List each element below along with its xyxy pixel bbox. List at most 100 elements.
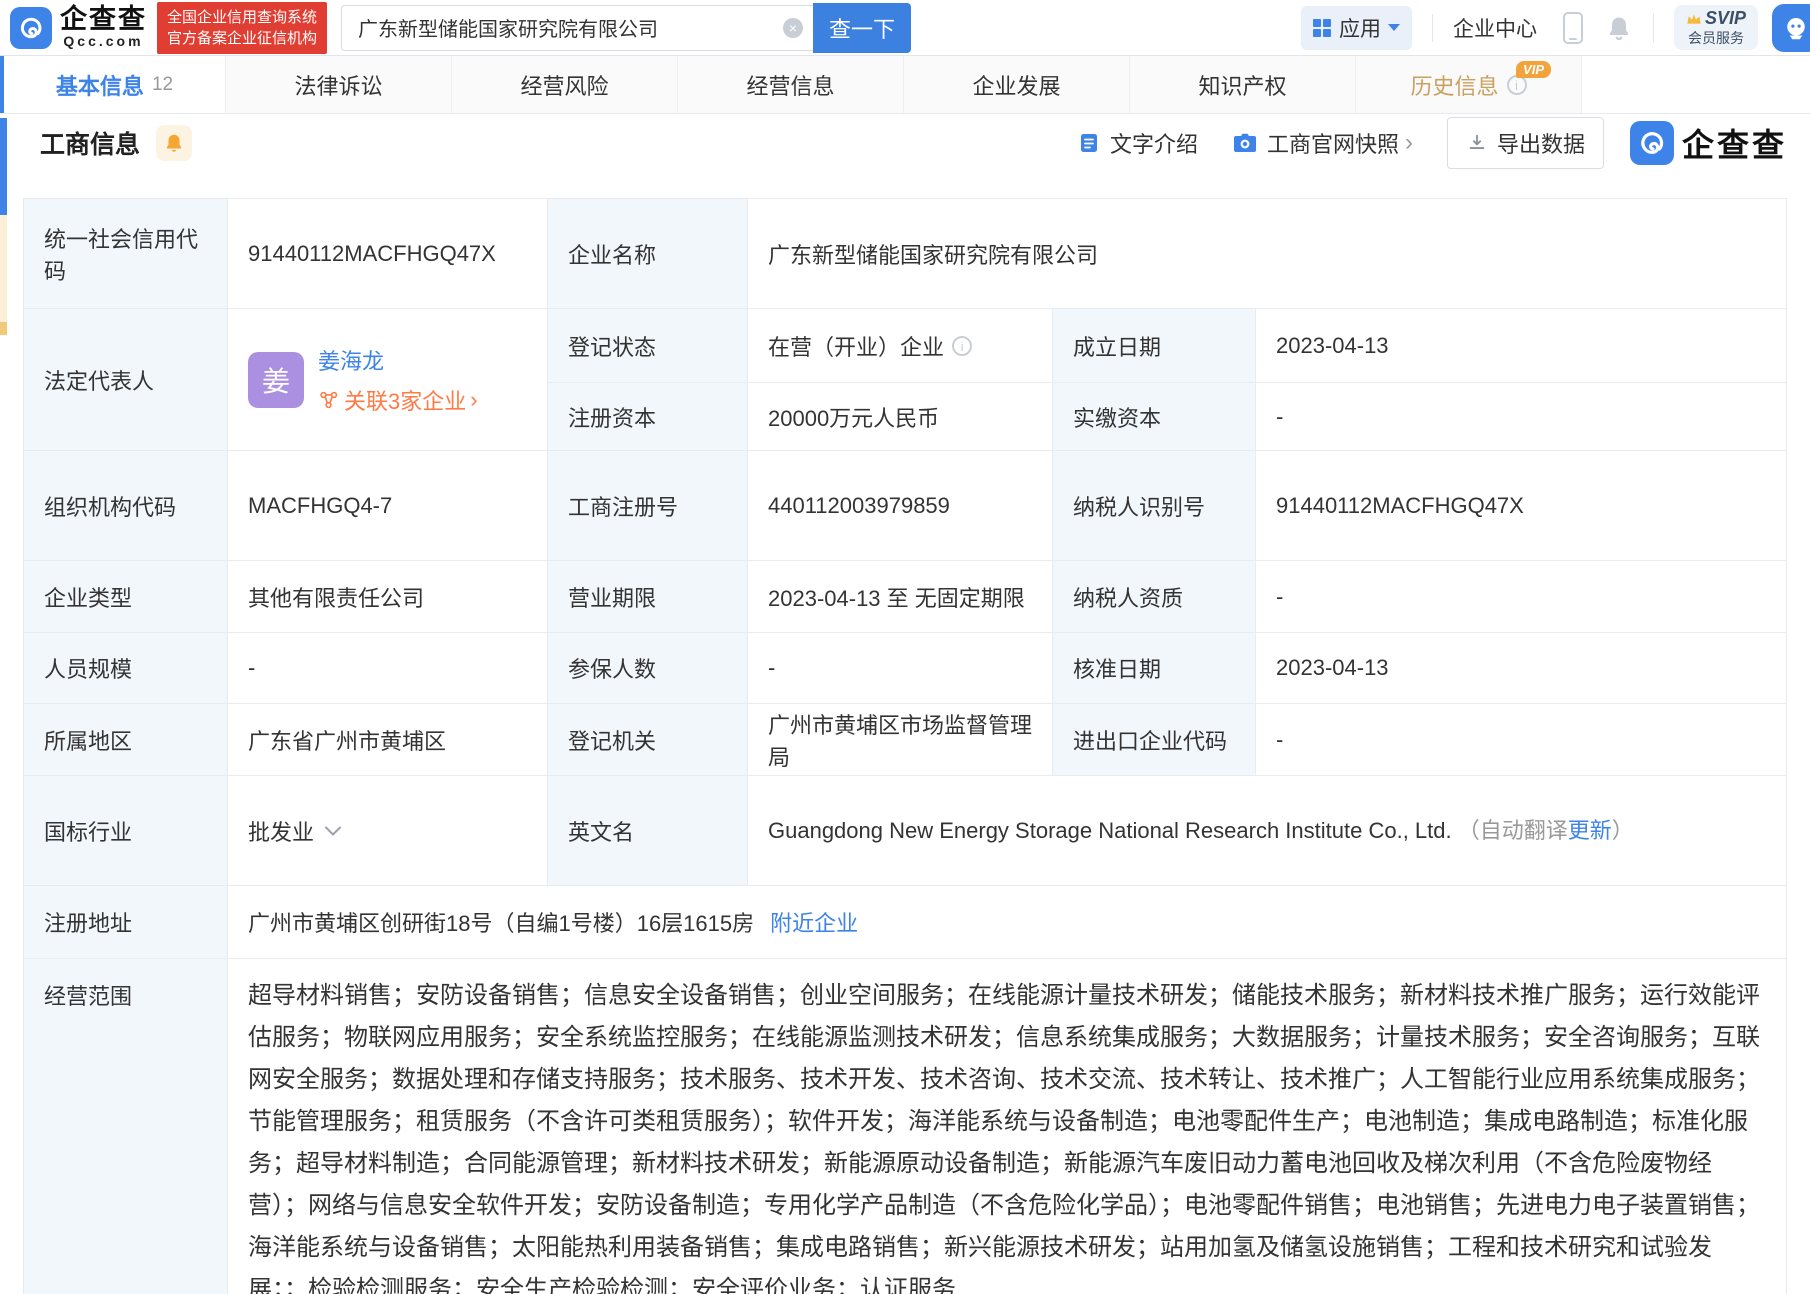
top-header: 企查查 Qcc.com 全国企业信用查询系统 官方备案企业征信机构 × 查一下 … <box>0 0 1810 56</box>
clear-search-icon[interactable]: × <box>783 18 803 38</box>
tab-bar: 基本信息12 法律诉讼 经营风险 经营信息 企业发展 知识产权 VIP 历史信息… <box>0 56 1810 114</box>
subscribe-bell-icon[interactable] <box>156 125 192 161</box>
text-intro-link[interactable]: 文字介绍 <box>1077 127 1198 159</box>
org-code-label: 组织机构代码 <box>24 451 228 561</box>
reg-no-label: 工商注册号 <box>548 451 748 561</box>
reg-capital-label: 注册资本 <box>548 383 748 451</box>
legal-rep-avatar[interactable]: 姜 <box>248 352 304 408</box>
taxpayer-qual-value: - <box>1256 561 1787 633</box>
chevron-right-icon: › <box>470 387 477 413</box>
import-export-label: 进出口企业代码 <box>1053 704 1256 776</box>
divider <box>1432 14 1433 42</box>
section-title: 工商信息 <box>40 125 140 161</box>
company-type-label: 企业类型 <box>24 561 228 633</box>
scope-label: 经营范围 <box>24 959 228 1294</box>
authority-label: 登记机关 <box>548 704 748 776</box>
est-date-value: 2023-04-13 <box>1256 309 1787 383</box>
paid-capital-value: - <box>1256 383 1787 451</box>
business-term-label: 营业期限 <box>548 561 748 633</box>
address-value: 广州市黄埔区创研街18号（自编1号楼）16层1615房 附近企业 <box>228 886 1787 959</box>
authority-value: 广州市黄埔区市场监督管理局 <box>748 704 1053 776</box>
taxpayer-id-label: 纳税人识别号 <box>1053 451 1256 561</box>
legal-rep-label: 法定代表人 <box>24 309 228 451</box>
credit-code-label: 统一社会信用代码 <box>24 199 228 309</box>
brand-name: 企查查 <box>60 6 147 33</box>
region-label: 所属地区 <box>24 704 228 776</box>
vip-badge: VIP <box>1516 61 1551 78</box>
apps-menu[interactable]: 应用 <box>1301 6 1412 50</box>
tab-enterprise-development[interactable]: 企业发展 <box>904 56 1130 113</box>
reg-no-value: 440112003979859 <box>748 451 1053 561</box>
search-input[interactable] <box>341 5 813 51</box>
update-translation-link[interactable]: 更新 <box>1568 818 1612 843</box>
related-companies-link[interactable]: 关联3家企业 › <box>318 384 478 416</box>
camera-icon <box>1232 131 1258 155</box>
insured-label: 参保人数 <box>548 633 748 704</box>
est-date-label: 成立日期 <box>1053 309 1256 383</box>
export-data-button[interactable]: 导出数据 <box>1447 117 1604 169</box>
qcc-watermark-logo: 企查查 <box>1630 120 1787 166</box>
table-row: 企业类型 其他有限责任公司 营业期限 2023-04-13 至 无固定期限 纳税… <box>24 561 1787 633</box>
download-icon <box>1466 132 1488 154</box>
qcc-logo-icon <box>1630 121 1674 165</box>
region-value: 广东省广州市黄埔区 <box>228 704 548 776</box>
approval-date-label: 核准日期 <box>1053 633 1256 704</box>
scope-value: 超导材料销售；安防设备销售；信息安全设备销售；创业空间服务；在线能源计量技术研发… <box>228 959 1787 1294</box>
legal-rep-cell: 姜 姜海龙 关联3家企业 › <box>228 309 548 451</box>
tab-count: 12 <box>152 74 173 96</box>
chevron-right-icon: › <box>1405 131 1413 155</box>
official-snapshot-link[interactable]: 工商官网快照 › <box>1232 127 1413 159</box>
svip-member-badge[interactable]: SVIP 会员服务 <box>1674 5 1758 50</box>
grid-icon <box>1313 19 1331 37</box>
enterprise-center-link[interactable]: 企业中心 <box>1453 13 1537 43</box>
company-type-value: 其他有限责任公司 <box>228 561 548 633</box>
paid-capital-label: 实缴资本 <box>1053 383 1256 451</box>
table-row: 统一社会信用代码 91440112MACFHGQ47X 企业名称 广东新型储能国… <box>24 199 1787 309</box>
qcc-logo[interactable]: 企查查 Qcc.com <box>10 6 147 49</box>
side-anchor-stripe <box>0 118 7 335</box>
taxpayer-qual-label: 纳税人资质 <box>1053 561 1256 633</box>
reg-status-value: 在营（开业）企业 i <box>748 309 1053 383</box>
tab-history-info[interactable]: VIP 历史信息 i <box>1356 56 1582 113</box>
tab-operation-risk[interactable]: 经营风险 <box>452 56 678 113</box>
business-term-value: 2023-04-13 至 无固定期限 <box>748 561 1053 633</box>
divider <box>1653 14 1654 42</box>
table-row: 人员规模 - 参保人数 - 核准日期 2023-04-13 <box>24 633 1787 704</box>
mobile-app-icon[interactable] <box>1563 12 1583 44</box>
table-row: 所属地区 广东省广州市黄埔区 登记机关 广州市黄埔区市场监督管理局 进出口企业代… <box>24 704 1787 776</box>
chevron-down-icon[interactable] <box>324 825 342 837</box>
table-row: 注册地址 广州市黄埔区创研街18号（自编1号楼）16层1615房 附近企业 <box>24 886 1787 959</box>
approval-date-value: 2023-04-13 <box>1256 633 1787 704</box>
qcc-logo-icon <box>10 7 52 49</box>
credit-code-value: 91440112MACFHGQ47X <box>228 199 548 309</box>
business-info-table: 统一社会信用代码 91440112MACFHGQ47X 企业名称 广东新型储能国… <box>23 198 1787 1294</box>
search-button[interactable]: 查一下 <box>813 3 911 53</box>
auto-translate-note: （自动翻译 <box>1458 818 1568 843</box>
reg-status-label: 登记状态 <box>548 309 748 383</box>
insured-value: - <box>748 633 1053 704</box>
crown-icon <box>1686 12 1702 26</box>
english-name-value: Guangdong New Energy Storage National Re… <box>748 776 1787 886</box>
info-icon[interactable]: i <box>952 336 972 356</box>
customer-service-mascot-icon[interactable] <box>1772 4 1810 52</box>
staff-size-label: 人员规模 <box>24 633 228 704</box>
section-header: 工商信息 文字介绍 工商官网快照 › 导出数据 企查查 <box>0 114 1810 172</box>
tab-legal-litigation[interactable]: 法律诉讼 <box>226 56 452 113</box>
industry-value: 批发业 <box>228 776 548 886</box>
company-name-value: 广东新型储能国家研究院有限公司 <box>748 199 1787 309</box>
nearby-companies-link[interactable]: 附近企业 <box>770 906 858 938</box>
address-label: 注册地址 <box>24 886 228 959</box>
tab-basic-info[interactable]: 基本信息12 <box>0 56 226 113</box>
document-icon <box>1077 131 1101 155</box>
tab-intellectual-property[interactable]: 知识产权 <box>1130 56 1356 113</box>
taxpayer-id-value: 91440112MACFHGQ47X <box>1256 451 1787 561</box>
org-code-value: MACFHGQ4-7 <box>228 451 548 561</box>
notification-bell-icon[interactable] <box>1605 14 1633 42</box>
reg-capital-value: 20000万元人民币 <box>748 383 1053 451</box>
org-chart-icon <box>318 389 340 411</box>
tab-operation-info[interactable]: 经营信息 <box>678 56 904 113</box>
brand-domain: Qcc.com <box>63 33 143 49</box>
legal-rep-name-link[interactable]: 姜海龙 <box>318 344 478 376</box>
import-export-value: - <box>1256 704 1787 776</box>
chevron-down-icon <box>1388 24 1400 31</box>
